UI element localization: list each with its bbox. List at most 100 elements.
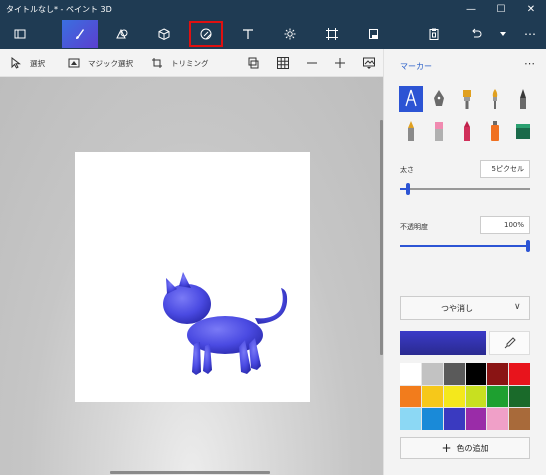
opacity-slider[interactable]	[400, 240, 530, 252]
color-swatch[interactable]	[400, 408, 421, 430]
title-bar: タイトルなし* - ペイント 3D — ☐ ✕	[0, 0, 546, 19]
tab-brushes[interactable]	[62, 20, 98, 48]
paste-button[interactable]	[416, 20, 452, 48]
spray-can-icon	[491, 121, 499, 141]
brush-eraser[interactable]	[427, 118, 451, 144]
effects-icon	[284, 28, 296, 40]
color-swatch[interactable]	[487, 363, 509, 385]
tab-text[interactable]	[230, 20, 266, 48]
cursor-icon	[11, 57, 21, 69]
maximize-button[interactable]: ☐	[486, 0, 516, 19]
color-swatch[interactable]	[421, 363, 443, 385]
zoom-out-icon[interactable]	[305, 56, 319, 70]
color-swatch[interactable]	[465, 385, 487, 408]
fill-icon	[516, 124, 530, 139]
zoom-in-icon[interactable]	[333, 56, 347, 70]
drawing-canvas[interactable]	[75, 152, 310, 402]
remix-3d-icon	[369, 29, 378, 39]
opacity-slider-thumb[interactable]	[526, 240, 530, 252]
oil-brush-icon	[463, 90, 471, 109]
thickness-slider-thumb[interactable]	[406, 183, 410, 195]
crop-icon	[152, 58, 162, 68]
view-options-icon[interactable]	[362, 56, 376, 70]
brush-pencil[interactable]	[399, 118, 423, 144]
tab-3d-shapes[interactable]	[146, 20, 182, 48]
color-swatch[interactable]	[509, 363, 530, 385]
tab-stickers[interactable]	[188, 20, 224, 48]
brush-watercolor[interactable]	[483, 86, 507, 112]
color-swatch[interactable]	[509, 408, 530, 430]
brush-pixel-pen[interactable]	[511, 86, 535, 112]
brush-crayon[interactable]	[455, 118, 479, 144]
brush-spray-can[interactable]	[483, 118, 507, 144]
color-swatch[interactable]	[421, 385, 443, 408]
brush-calligraphy-pen[interactable]	[427, 86, 451, 112]
color-palette	[400, 363, 530, 430]
eraser-icon	[435, 122, 443, 141]
marker-icon	[405, 89, 417, 107]
undo-button[interactable]	[458, 20, 494, 48]
brush-marker[interactable]	[399, 86, 423, 112]
horizontal-scrollbar[interactable]	[110, 471, 270, 474]
opacity-input[interactable]: 100%	[480, 216, 530, 234]
tab-effects[interactable]	[272, 20, 308, 48]
finish-dropdown[interactable]: つや消し ∨	[400, 296, 530, 320]
eyedropper-icon	[504, 337, 516, 349]
crop-label: トリミング	[171, 58, 209, 68]
tab-2d-shapes[interactable]	[104, 20, 140, 48]
eyedropper-button[interactable]	[489, 331, 530, 355]
color-swatch[interactable]	[487, 408, 509, 430]
color-swatch[interactable]	[443, 363, 465, 385]
pixel-pen-icon	[520, 89, 526, 109]
color-swatch[interactable]	[400, 363, 421, 385]
text-icon	[243, 29, 253, 39]
paste-icon	[429, 28, 439, 40]
select-label: 選択	[30, 58, 45, 68]
panel-more-button[interactable]: ⋯	[524, 57, 535, 70]
close-button[interactable]: ✕	[516, 0, 546, 19]
add-color-button[interactable]: + 色の追加	[400, 437, 530, 459]
color-swatch[interactable]	[487, 385, 509, 408]
brush-icon	[76, 29, 84, 39]
magic-select-icon	[68, 58, 80, 68]
window-title: タイトルなし* - ペイント 3D	[6, 5, 112, 14]
main-toolbar: ⋯	[0, 19, 546, 49]
color-swatch[interactable]	[443, 408, 465, 430]
menu-button[interactable]	[2, 20, 38, 48]
tab-remix-3d[interactable]	[356, 20, 392, 48]
history-dropdown-button[interactable]	[492, 20, 514, 48]
folder-menu-icon	[14, 29, 26, 39]
grid-icon[interactable]	[276, 56, 290, 70]
stickers-icon	[200, 28, 212, 40]
canvas-icon	[326, 28, 338, 40]
opacity-slider-fill	[400, 245, 526, 247]
thickness-input[interactable]: 5ピクセル	[480, 160, 530, 178]
color-swatch[interactable]	[465, 408, 487, 430]
add-color-label: 色の追加	[456, 443, 489, 453]
thickness-slider[interactable]	[400, 183, 530, 195]
magic-select-button[interactable]: マジック選択	[68, 49, 133, 77]
cat-3d-model[interactable]	[75, 152, 310, 402]
selection-toolbar: 選択 マジック選択 トリミング	[0, 49, 383, 77]
brush-oil[interactable]	[455, 86, 479, 112]
brush-panel: マーカー ⋯ 太さ 5ピクセル 不透明度 100% つや消し ∨ + 色の追加	[383, 49, 546, 475]
color-swatch[interactable]	[421, 408, 443, 430]
brush-fill[interactable]	[511, 118, 535, 144]
color-swatch[interactable]	[400, 385, 421, 408]
color-swatch[interactable]	[443, 385, 465, 408]
pencil-icon	[408, 121, 414, 141]
3d-view-icon[interactable]	[246, 56, 260, 70]
calligraphy-pen-icon	[434, 90, 444, 106]
minimize-button[interactable]: —	[456, 0, 486, 19]
2d-shapes-icon	[116, 28, 128, 39]
crop-button[interactable]: トリミング	[151, 49, 209, 77]
color-swatch[interactable]	[465, 363, 487, 385]
tab-canvas[interactable]	[314, 20, 350, 48]
color-swatch[interactable]	[509, 385, 530, 408]
current-color-swatch[interactable]	[400, 331, 486, 355]
opacity-label: 不透明度	[400, 223, 428, 231]
more-button[interactable]: ⋯	[514, 20, 546, 48]
select-button[interactable]: 選択	[10, 49, 45, 77]
crayon-icon	[464, 121, 470, 141]
3d-shapes-icon	[158, 28, 170, 41]
